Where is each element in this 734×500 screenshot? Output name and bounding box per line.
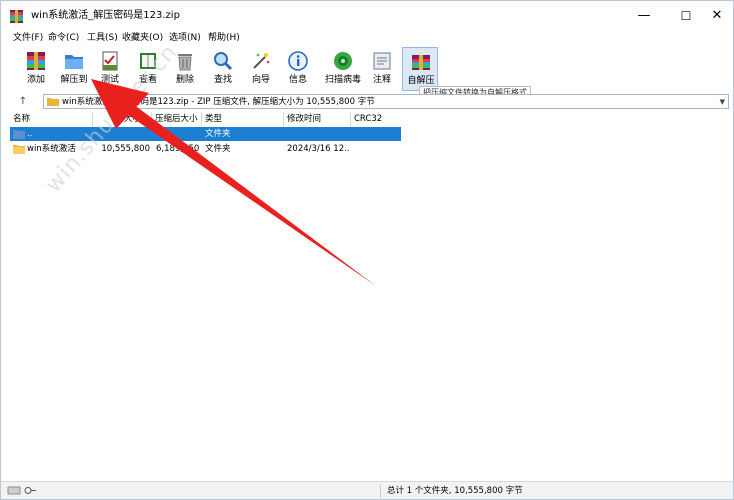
drive-key-icon: [7, 486, 36, 495]
winrar-window: win系统激活_解压密码是123.zip — ☐ ✕ 文件(F) 命令(C) 工…: [0, 0, 734, 500]
arrow-shaft: [124, 104, 376, 286]
annotation-arrow: [91, 79, 376, 286]
status-bar: 总计 1 个文件夹, 10,555,800 字节: [1, 481, 733, 499]
status-text: 总计 1 个文件夹, 10,555,800 字节: [387, 486, 523, 496]
